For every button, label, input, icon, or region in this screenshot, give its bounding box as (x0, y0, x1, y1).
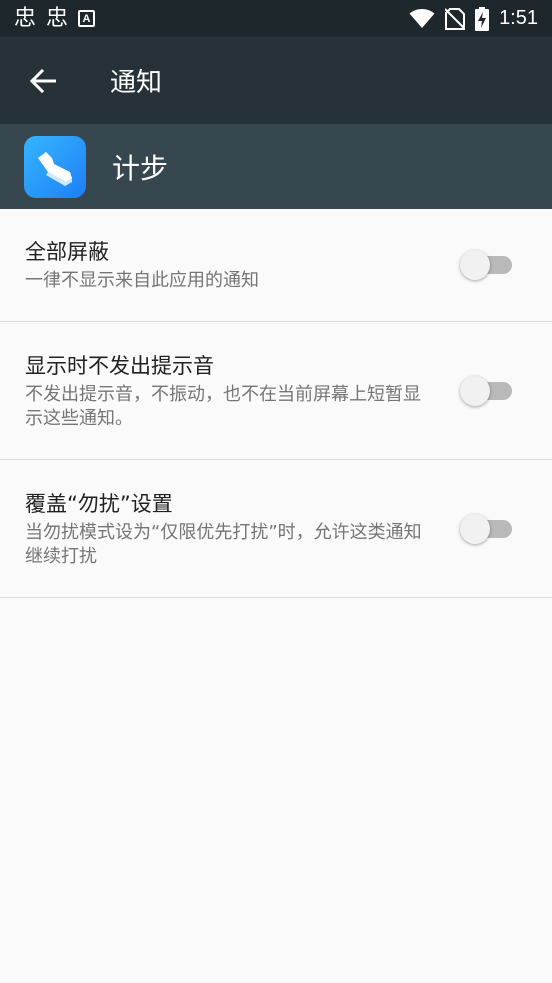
setting-description: 一律不显示来自此应用的通知 (25, 270, 259, 291)
override-dnd-toggle[interactable] (460, 513, 512, 544)
wifi-icon (409, 8, 435, 28)
setting-title: 覆盖“勿扰”设置 (25, 491, 173, 516)
app-header: 计步 (0, 124, 552, 209)
status-time: 1:51 (499, 7, 538, 29)
setting-override-dnd[interactable]: 覆盖“勿扰”设置 当勿扰模式设为“仅限优先打扰”时，允许这类通知继续打扰 (0, 460, 552, 598)
arrow-back-icon (30, 68, 56, 93)
toggle-thumb (460, 513, 490, 544)
silent-display-toggle[interactable] (460, 375, 512, 406)
status-right: 1:51 (409, 6, 538, 31)
app-icon (24, 135, 86, 198)
status-bar: 忠 忠 A 1:51 (0, 0, 552, 37)
block-all-toggle[interactable] (460, 250, 512, 280)
notification-glyph-1: 忠 (14, 5, 37, 31)
app-name: 计步 (112, 151, 169, 185)
settings-list: 全部屏蔽 一律不显示来自此应用的通知 显示时不发出提示音 不发出提示音，不振动，… (0, 209, 552, 598)
notification-glyph-2: 忠 (46, 5, 69, 31)
toolbar: 通知 (0, 37, 552, 124)
setting-text: 覆盖“勿扰”设置 当勿扰模式设为“仅限优先打扰”时，允许这类通知继续打扰 (25, 489, 430, 569)
notification-a-icon: A (78, 10, 96, 27)
setting-silent-display[interactable]: 显示时不发出提示音 不发出提示音，不振动，也不在当前屏幕上短暂显示这些通知。 (0, 322, 552, 460)
setting-description: 当勿扰模式设为“仅限优先打扰”时，允许这类通知继续打扰 (25, 521, 422, 567)
setting-description: 不发出提示音，不振动，也不在当前屏幕上短暂显示这些通知。 (25, 383, 421, 429)
setting-text: 显示时不发出提示音 不发出提示音，不振动，也不在当前屏幕上短暂显示这些通知。 (25, 351, 430, 431)
battery-charging-icon (475, 6, 490, 31)
back-button[interactable] (0, 37, 86, 124)
toggle-thumb (460, 250, 490, 280)
page-title: 通知 (110, 68, 163, 98)
setting-title: 显示时不发出提示音 (25, 353, 214, 378)
status-left: 忠 忠 A (14, 5, 96, 31)
no-sim-icon (445, 7, 466, 30)
setting-block-all[interactable]: 全部屏蔽 一律不显示来自此应用的通知 (0, 209, 552, 322)
setting-title: 全部屏蔽 (25, 240, 109, 264)
shoe-icon (38, 151, 72, 186)
setting-text: 全部屏蔽 一律不显示来自此应用的通知 (25, 237, 430, 293)
toggle-thumb (460, 375, 490, 406)
